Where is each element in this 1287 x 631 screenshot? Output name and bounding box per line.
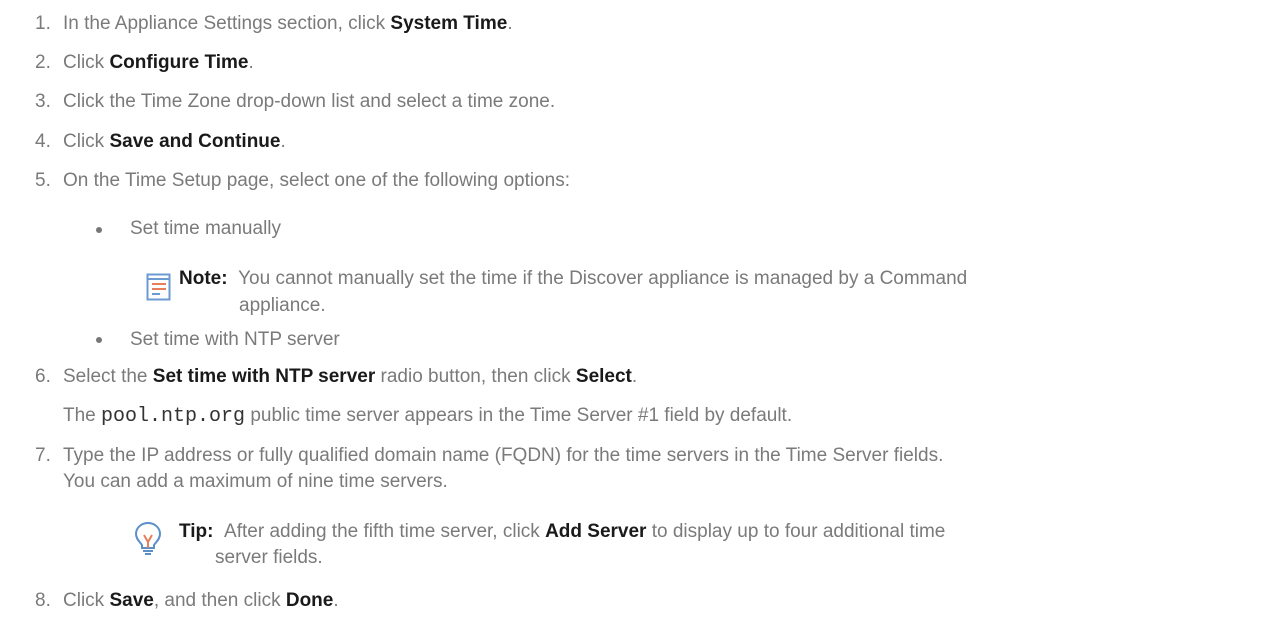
bullet-marker: [96, 337, 102, 343]
step-6-end: .: [631, 366, 638, 387]
tip-text-line-1: Tip: After adding the fifth time server,…: [179, 520, 945, 544]
step-4-bold: Save and Continue: [109, 131, 281, 152]
tip-label: Tip:: [179, 521, 214, 542]
step-2: Click Configure Time.: [63, 51, 254, 75]
step-7-line-1: Type the IP address or fully qualified d…: [63, 445, 944, 466]
step-8-text: Click: [63, 590, 110, 611]
step-6: Select the Set time with NTP server radi…: [63, 365, 637, 389]
step-6-text: Select the: [63, 366, 153, 387]
bullet-item-1: Set time manually: [130, 218, 282, 239]
step-6-bold-2: Select: [575, 366, 632, 387]
step-2-bold: Configure Time: [109, 52, 249, 73]
tip-pre: After adding the fifth time server, clic…: [224, 521, 546, 542]
lightbulb-icon: [133, 520, 163, 562]
note-text-line-2: appliance.: [239, 295, 326, 316]
step-7-line-2: You can add a maximum of nine time serve…: [63, 471, 448, 492]
step-5: On the Time Setup page, select one of th…: [63, 170, 570, 191]
step-4-text: Click: [63, 131, 110, 152]
step-3: Click the Time Zone drop-down list and s…: [63, 91, 556, 112]
step-8-end: .: [333, 590, 339, 611]
step-4-end: .: [280, 131, 286, 152]
step-6-mid: radio button, then click: [375, 366, 576, 387]
bullet-item-2: Set time with NTP server: [130, 329, 340, 350]
step-2-text: Click: [63, 52, 110, 73]
step-8-bold-2: Done: [285, 590, 334, 611]
step-2-end: .: [248, 52, 254, 73]
bullet-marker: [96, 227, 102, 233]
step-6-detail-pre: The: [63, 405, 102, 426]
step-1-text: In the Appliance Settings section, click: [63, 13, 391, 34]
step-6-detail: The pool.ntp.org public time server appe…: [63, 404, 792, 429]
step-1: In the Appliance Settings section, click…: [63, 12, 513, 36]
note-label: Note:: [179, 268, 228, 289]
step-1-end: .: [507, 13, 513, 34]
step-6-detail-post: public time server appears in the Time S…: [245, 405, 793, 426]
step-8-bold-1: Save: [109, 590, 154, 611]
tip-post: to display up to four additional time: [646, 521, 946, 542]
tip-text-line-2: server fields.: [215, 547, 323, 568]
step-4: Click Save and Continue.: [63, 130, 286, 154]
ntp-server-code: pool.ntp.org: [101, 405, 246, 428]
note-text-line-1: Note: You cannot manually set the time i…: [179, 267, 967, 291]
note-body: You cannot manually set the time if the …: [238, 268, 968, 289]
step-8-mid: , and then click: [153, 590, 286, 611]
tip-bold: Add Server: [545, 521, 647, 542]
step-1-bold: System Time: [390, 13, 508, 34]
note-icon: [146, 273, 172, 307]
step-8: Click Save, and then click Done.: [63, 589, 339, 613]
step-6-bold-1: Set time with NTP server: [152, 366, 376, 387]
